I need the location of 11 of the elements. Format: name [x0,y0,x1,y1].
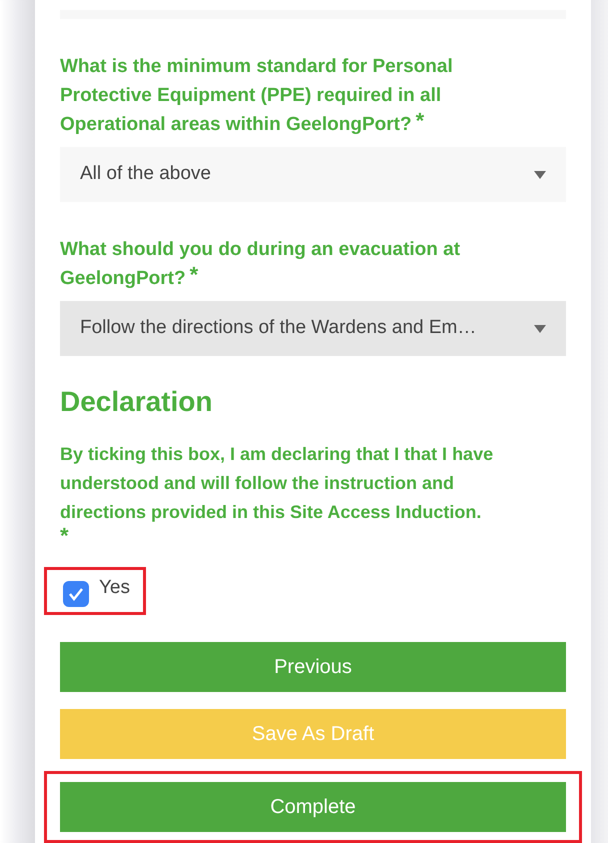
required-asterisk: * [60,527,69,545]
section-heading: Declaration [60,385,214,419]
declaration-text: By ticking this box, I am declaring that I that I have understood and will follow the instruction and directions provided in this Site Access Induction. [60,443,494,524]
select-field[interactable]: Follow the directions of the Wardens and Em… [60,301,566,356]
form-button[interactable]: Previous [60,642,566,692]
form-button[interactable]: Complete [60,782,566,832]
form-button[interactable]: Save As Draft [60,709,566,759]
select-value: All of the above [80,162,211,186]
select-field[interactable]: All of the above [60,147,566,202]
checkbox-label: Yes [99,576,130,600]
select-value: Follow the directions of the Wardens and Em… [80,316,476,340]
